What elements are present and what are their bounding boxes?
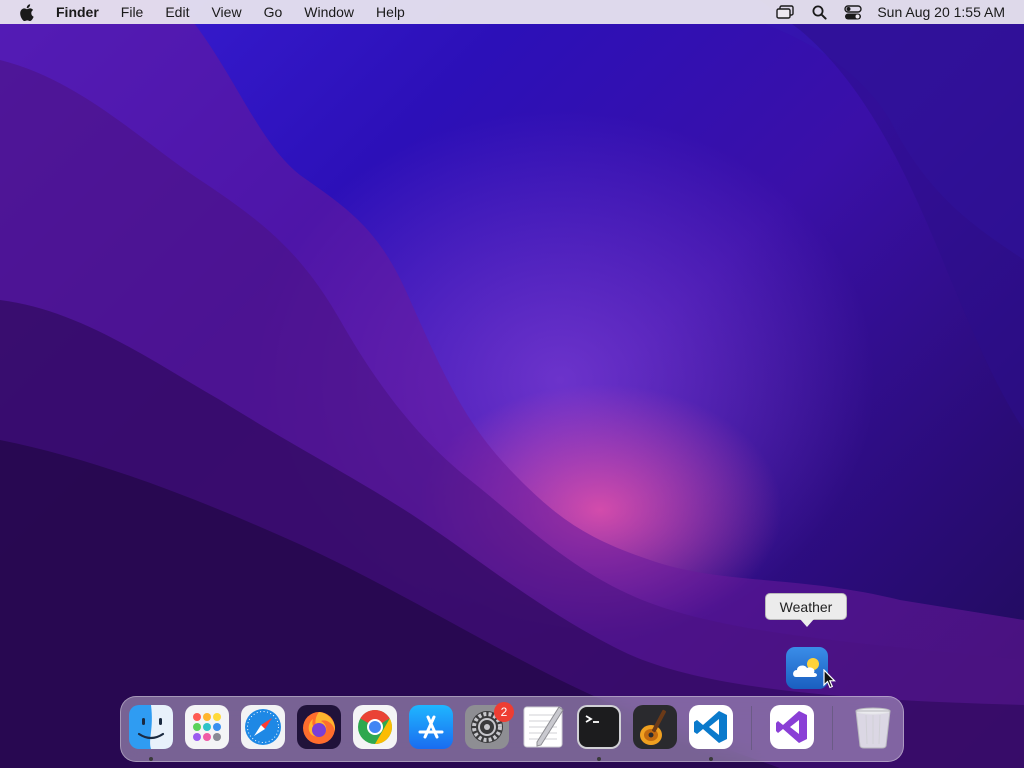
dock-item-finder[interactable] xyxy=(129,705,173,749)
menubar-clock[interactable]: Sun Aug 20 1:55 AM xyxy=(877,4,1005,20)
dock-divider xyxy=(751,706,752,750)
dock-item-garageband[interactable] xyxy=(633,705,677,749)
dock-item-chrome[interactable] xyxy=(353,705,397,749)
menu-edit[interactable]: Edit xyxy=(165,4,189,20)
menu-go[interactable]: Go xyxy=(264,4,283,20)
menu-window[interactable]: Window xyxy=(304,4,354,20)
running-indicator xyxy=(709,757,713,761)
terminal-icon xyxy=(577,705,621,749)
safari-icon xyxy=(241,705,285,749)
app-store-icon xyxy=(409,705,453,749)
apple-menu-icon[interactable] xyxy=(19,3,35,21)
dock-item-safari[interactable] xyxy=(241,705,285,749)
screen-mirroring-icon[interactable] xyxy=(775,4,795,20)
weather-icon[interactable] xyxy=(786,647,828,689)
garageband-icon xyxy=(633,705,677,749)
launchpad-icon xyxy=(185,705,229,749)
menu-bar: Finder File Edit View Go Window Help Sun… xyxy=(0,0,1024,24)
dock-item-vscode[interactable] xyxy=(689,705,733,749)
dock-item-terminal[interactable] xyxy=(577,705,621,749)
dock-item-launchpad[interactable] xyxy=(185,705,229,749)
desktop-wallpaper xyxy=(0,0,1024,768)
menu-app-finder[interactable]: Finder xyxy=(56,4,99,20)
search-icon[interactable] xyxy=(809,4,829,20)
running-indicator xyxy=(149,757,153,761)
notification-badge: 2 xyxy=(494,702,514,722)
menu-file[interactable]: File xyxy=(121,4,144,20)
dock-item-trash[interactable] xyxy=(851,705,895,749)
dock-item-visual-studio[interactable] xyxy=(770,705,814,749)
firefox-icon xyxy=(297,705,341,749)
menu-help[interactable]: Help xyxy=(376,4,405,20)
menu-view[interactable]: View xyxy=(211,4,241,20)
dock-tooltip: Weather xyxy=(765,593,847,620)
tooltip-arrow xyxy=(800,619,814,627)
trash-icon xyxy=(855,707,891,749)
dock-item-app-store[interactable] xyxy=(409,705,453,749)
dock-divider xyxy=(832,706,833,750)
dock-item-firefox[interactable] xyxy=(297,705,341,749)
vscode-icon xyxy=(689,705,733,749)
mouse-cursor-icon xyxy=(823,668,837,689)
textedit-icon xyxy=(523,706,564,748)
running-indicator xyxy=(597,757,601,761)
dock-item-textedit[interactable] xyxy=(521,705,565,749)
chrome-icon xyxy=(353,705,397,749)
finder-icon xyxy=(129,705,173,749)
visual-studio-icon xyxy=(770,705,814,749)
control-center-icon[interactable] xyxy=(843,4,863,20)
